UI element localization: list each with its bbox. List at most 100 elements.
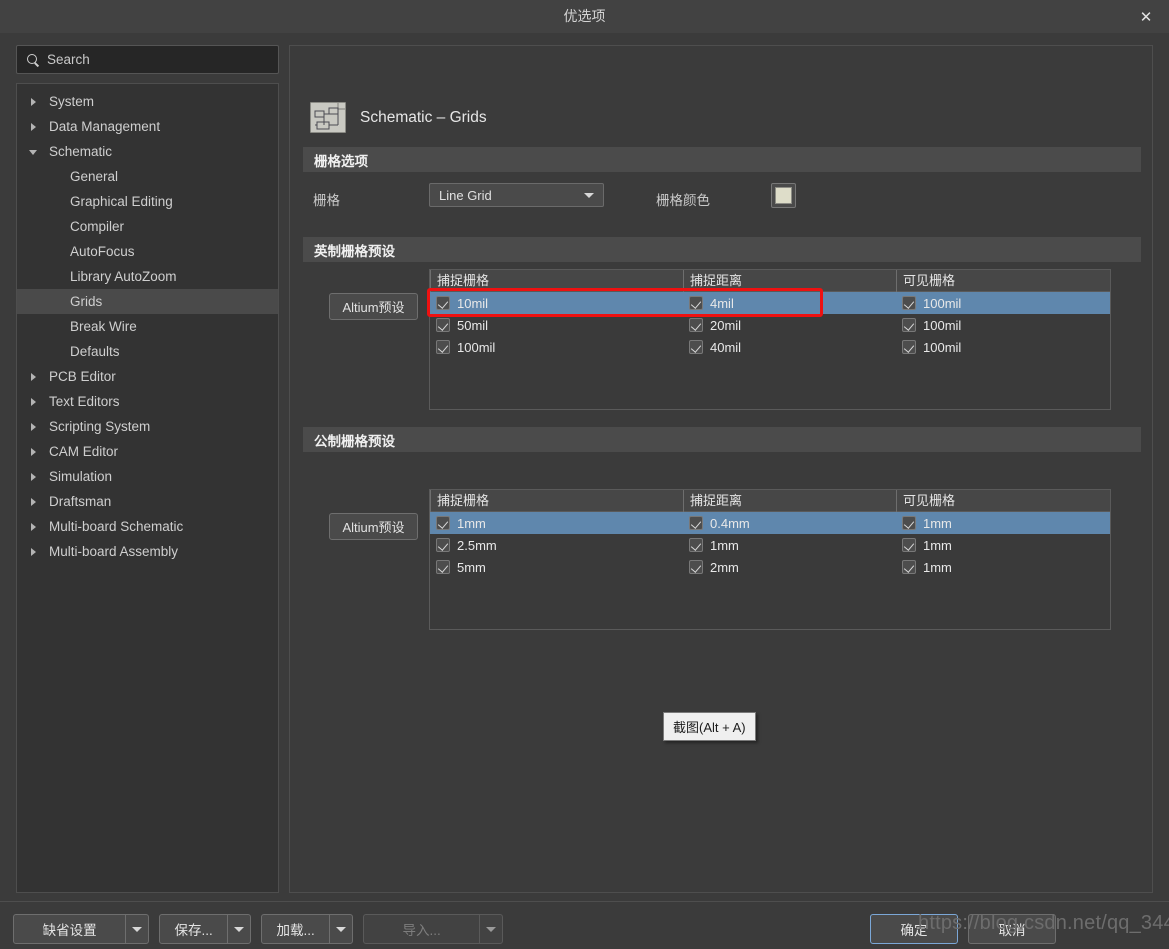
checkbox-snap-grid[interactable] [436, 340, 450, 354]
metric-altium-preset-button[interactable]: Altium预设 [329, 513, 418, 540]
table-header-row: 捕捉栅格 捕捉距离 可见栅格 [430, 270, 1110, 292]
column-header[interactable]: 捕捉栅格 [430, 270, 683, 292]
import-button: 导入... [363, 914, 503, 944]
sidebar-item-defaults[interactable]: Defaults [17, 339, 278, 364]
column-header[interactable]: 可见栅格 [896, 490, 1112, 512]
checkbox-snap-distance[interactable] [689, 516, 703, 530]
chevron-right-icon[interactable] [31, 397, 36, 406]
metric-grid-table[interactable]: 捕捉栅格 捕捉距离 可见栅格 1mm 0.4mm 1mm 2.5mm 1mm 1mm 5mm 2mm… [429, 489, 1111, 630]
grid-options-body: 栅格 Line Grid 栅格颜色 [303, 172, 1141, 242]
column-header[interactable]: 可见栅格 [896, 270, 1112, 292]
sidebar-item-library-autozoom[interactable]: Library AutoZoom [17, 264, 278, 289]
section-header-metric: 公制栅格预设 [303, 427, 1141, 452]
sidebar-item-general[interactable]: General [17, 164, 278, 189]
checkbox-visible-grid[interactable] [902, 538, 916, 552]
footer-bar: 缺省设置 保存... 加载... 导入... 确定 取消 [0, 901, 1169, 949]
checkbox-snap-grid[interactable] [436, 560, 450, 574]
settings-tree[interactable]: System Data Management Schematic General Gra… [16, 83, 279, 893]
chevron-down-icon [584, 193, 594, 198]
table-cell-visible-grid: 100mil [902, 336, 1112, 358]
table-row[interactable]: 5mm 2mm 1mm [430, 556, 1110, 578]
imperial-altium-preset-button[interactable]: Altium预设 [329, 293, 418, 320]
sidebar-item-pcb-editor[interactable]: PCB Editor [17, 364, 278, 389]
cell-value: 1mm [457, 515, 486, 531]
chevron-right-icon[interactable] [31, 122, 36, 131]
sidebar-item-cam-editor[interactable]: CAM Editor [17, 439, 278, 464]
checkbox-snap-grid[interactable] [436, 318, 450, 332]
section-header-imperial: 英制栅格预设 [303, 237, 1141, 262]
save-button[interactable]: 保存... [159, 914, 251, 944]
grid-type-select[interactable]: Line Grid [429, 183, 604, 207]
checkbox-visible-grid[interactable] [902, 560, 916, 574]
sidebar-item-data-management[interactable]: Data Management [17, 114, 278, 139]
sidebar-item-multi-board-schematic[interactable]: Multi-board Schematic [17, 514, 278, 539]
sidebar: Search System Data Management Schematic Gen… [16, 45, 279, 893]
save-button-label: 保存... [174, 923, 213, 938]
chevron-right-icon[interactable] [31, 472, 36, 481]
table-row[interactable]: 50mil 20mil 100mil [430, 314, 1110, 336]
sidebar-item-multi-board-assembly[interactable]: Multi-board Assembly [17, 539, 278, 564]
checkbox-snap-distance[interactable] [689, 318, 703, 332]
load-dropdown-arrow[interactable] [329, 915, 352, 943]
checkbox-snap-grid[interactable] [436, 296, 450, 310]
sidebar-item-graphical-editing[interactable]: Graphical Editing [17, 189, 278, 214]
sidebar-item-scripting-system[interactable]: Scripting System [17, 414, 278, 439]
table-row[interactable]: 2.5mm 1mm 1mm [430, 534, 1110, 556]
chevron-right-icon[interactable] [31, 97, 36, 106]
sidebar-item-label: CAM Editor [49, 444, 119, 459]
imperial-grid-table[interactable]: 捕捉栅格 捕捉距离 可见栅格 10mil 4mil 100mil 50mil 20mil 100… [429, 269, 1111, 410]
grid-type-value: Line Grid [439, 187, 492, 203]
sidebar-item-schematic[interactable]: Schematic [17, 139, 278, 164]
defaults-button[interactable]: 缺省设置 [13, 914, 149, 944]
table-cell-visible-grid: 100mil [902, 314, 1112, 336]
table-cell-visible-grid: 1mm [902, 556, 1112, 578]
column-header[interactable]: 捕捉距离 [683, 270, 896, 292]
sidebar-item-draftsman[interactable]: Draftsman [17, 489, 278, 514]
sidebar-item-break-wire[interactable]: Break Wire [17, 314, 278, 339]
grid-label: 栅格 [313, 193, 340, 208]
sidebar-item-autofocus[interactable]: AutoFocus [17, 239, 278, 264]
screenshot-tooltip: 截图(Alt + A) [663, 712, 756, 741]
schematic-document-icon [310, 102, 346, 133]
search-input[interactable]: Search [16, 45, 279, 74]
chevron-down-icon[interactable] [29, 149, 37, 155]
sidebar-item-simulation[interactable]: Simulation [17, 464, 278, 489]
defaults-dropdown-arrow[interactable] [125, 915, 148, 943]
checkbox-visible-grid[interactable] [902, 340, 916, 354]
checkbox-visible-grid[interactable] [902, 296, 916, 310]
grid-color-label: 栅格颜色 [656, 193, 710, 208]
column-header[interactable]: 捕捉距离 [683, 490, 896, 512]
chevron-right-icon[interactable] [31, 522, 36, 531]
grid-color-swatch[interactable] [771, 183, 796, 208]
ok-button[interactable]: 确定 [870, 914, 958, 944]
save-dropdown-arrow[interactable] [227, 915, 250, 943]
table-cell-snap-grid: 50mil [436, 314, 683, 336]
sidebar-item-grids[interactable]: Grids [17, 289, 278, 314]
chevron-right-icon[interactable] [31, 372, 36, 381]
sidebar-item-label: Multi-board Schematic [49, 519, 184, 534]
checkbox-snap-grid[interactable] [436, 538, 450, 552]
chevron-right-icon[interactable] [31, 547, 36, 556]
chevron-right-icon[interactable] [31, 422, 36, 431]
checkbox-snap-distance[interactable] [689, 560, 703, 574]
load-button[interactable]: 加载... [261, 914, 353, 944]
table-row[interactable]: 1mm 0.4mm 1mm [430, 512, 1110, 534]
checkbox-snap-distance[interactable] [689, 296, 703, 310]
checkbox-snap-distance[interactable] [689, 340, 703, 354]
table-row[interactable]: 10mil 4mil 100mil [430, 292, 1110, 314]
cancel-button[interactable]: 取消 [968, 914, 1056, 944]
checkbox-visible-grid[interactable] [902, 318, 916, 332]
sidebar-item-text-editors[interactable]: Text Editors [17, 389, 278, 414]
table-row[interactable]: 100mil 40mil 100mil [430, 336, 1110, 358]
close-icon[interactable]: ✕ [1123, 0, 1169, 33]
cell-value: 1mm [710, 537, 739, 553]
checkbox-visible-grid[interactable] [902, 516, 916, 530]
chevron-right-icon[interactable] [31, 497, 36, 506]
sidebar-item-label: Schematic [49, 144, 113, 159]
checkbox-snap-grid[interactable] [436, 516, 450, 530]
sidebar-item-compiler[interactable]: Compiler [17, 214, 278, 239]
chevron-right-icon[interactable] [31, 447, 36, 456]
sidebar-item-system[interactable]: System [17, 89, 278, 114]
checkbox-snap-distance[interactable] [689, 538, 703, 552]
column-header[interactable]: 捕捉栅格 [430, 490, 683, 512]
